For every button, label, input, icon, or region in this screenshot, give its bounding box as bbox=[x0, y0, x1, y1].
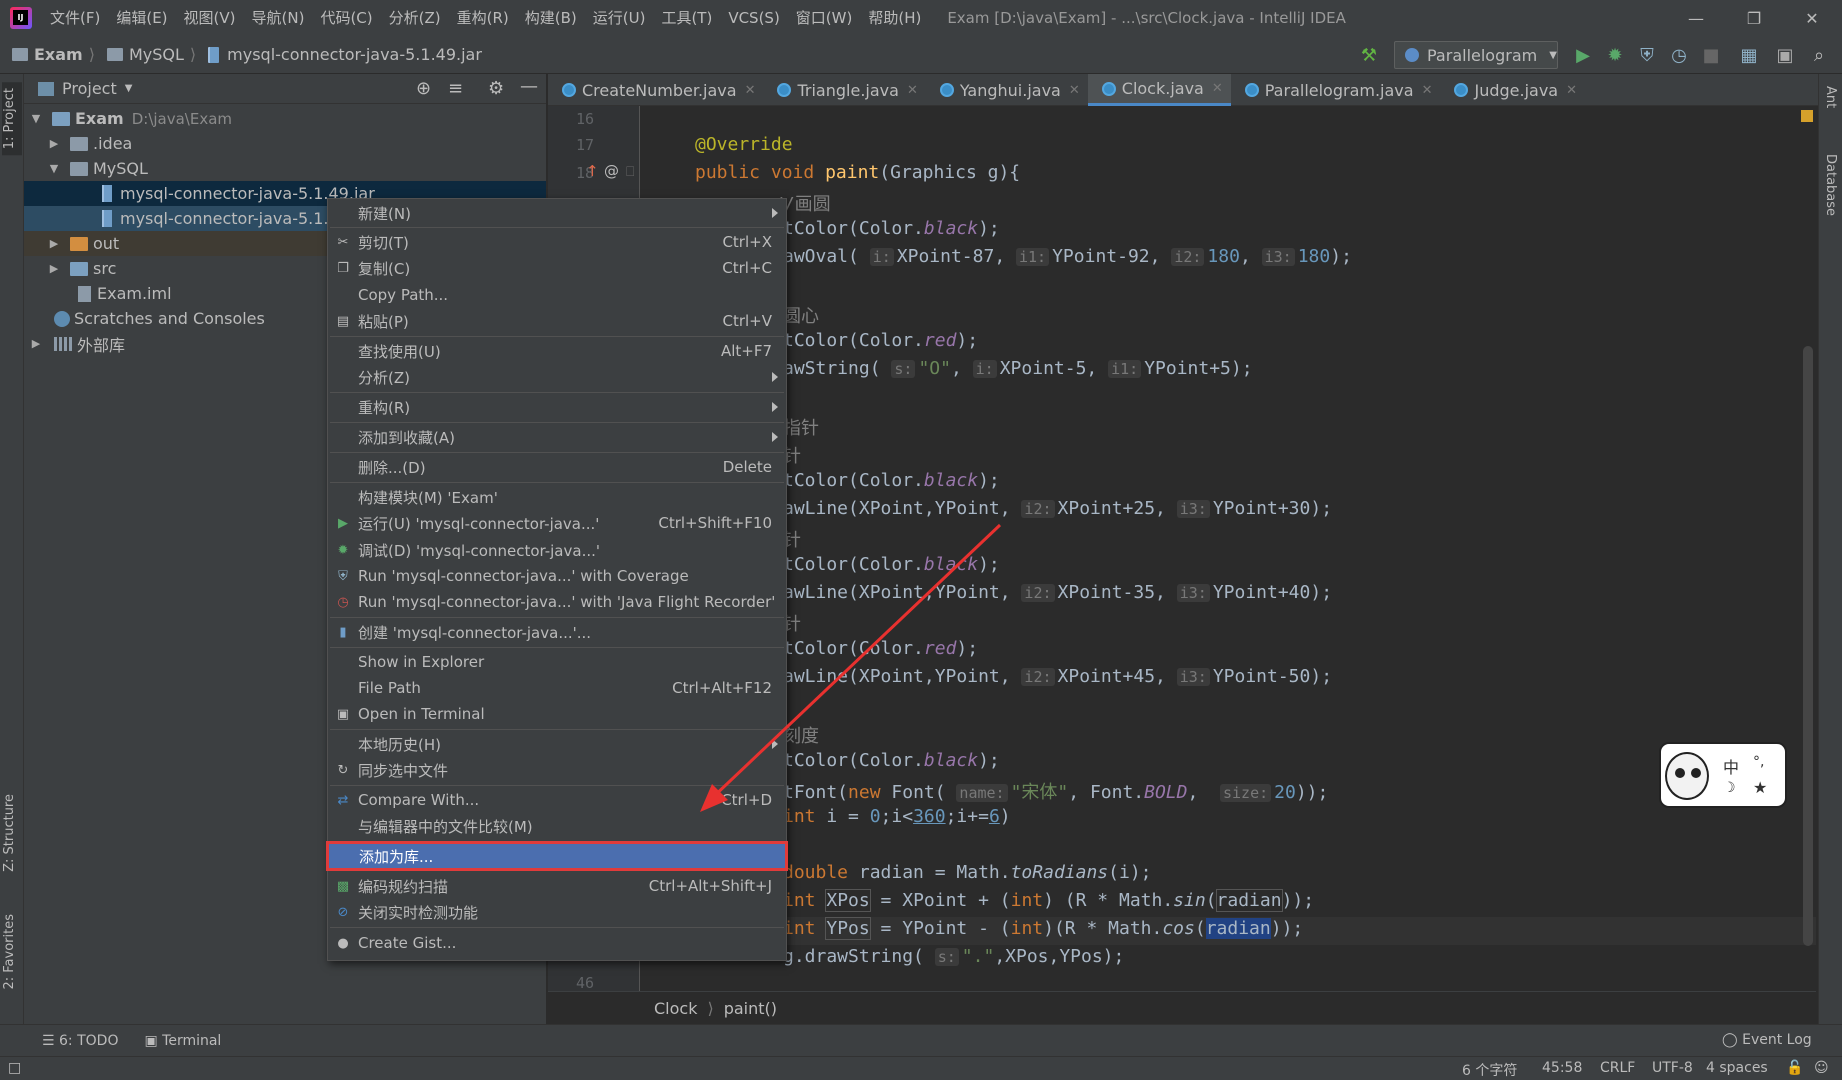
annotation-arrow bbox=[700, 523, 1002, 812]
annotation-arrow-line bbox=[708, 523, 1002, 802]
